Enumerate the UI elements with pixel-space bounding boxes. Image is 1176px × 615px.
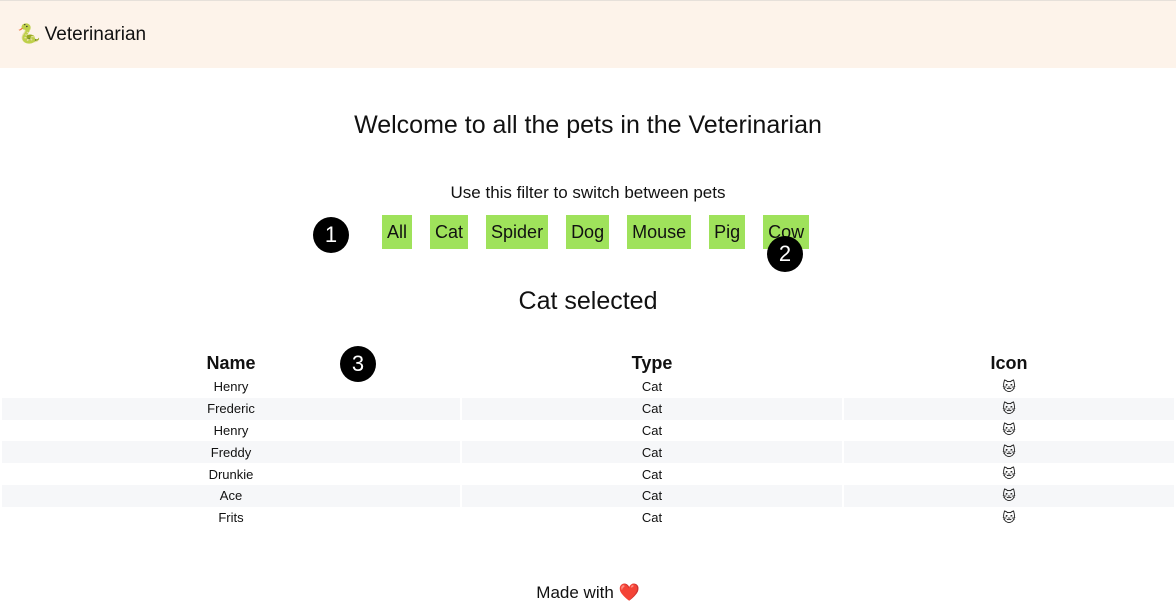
pet-type: Cat xyxy=(641,510,663,526)
pet-name: Henry xyxy=(213,379,249,395)
filter-button-spider[interactable]: Spider xyxy=(486,215,549,249)
app-header: 🐍 Veterinarian xyxy=(0,0,1176,68)
pet-name: Henry xyxy=(213,422,249,438)
pets-table: Name Type Icon Henry Cat 🐱 Frederic Cat … xyxy=(0,350,1176,529)
page-footer: Made with ❤️ xyxy=(0,583,1176,603)
table-row: Freddy Cat 🐱 xyxy=(2,441,1174,464)
table-row: Frederic Cat 🐱 xyxy=(2,397,1174,420)
snake-icon: 🐍 xyxy=(17,24,41,45)
cat-icon: 🐱 xyxy=(1002,509,1016,525)
pet-type: Cat xyxy=(462,397,842,420)
table-row: Henry Cat 🐱 xyxy=(2,420,1174,442)
table-row: Frits Cat 🐱 xyxy=(2,507,1174,529)
pet-name: Frederic xyxy=(2,397,460,420)
selected-pet-heading: Cat selected xyxy=(518,287,658,315)
filter-button-mouse[interactable]: Mouse xyxy=(627,215,692,249)
pet-filter-bar: All Cat Spider Dog Mouse Pig Cow xyxy=(382,215,810,249)
pet-type: Cat xyxy=(462,484,842,507)
footer-text: Made with xyxy=(536,583,614,602)
heart-icon: ❤️ xyxy=(618,583,640,602)
cat-icon: 🐱 xyxy=(1002,466,1016,482)
cat-icon: 🐱 xyxy=(844,441,1174,464)
cat-icon: 🐱 xyxy=(1002,422,1016,438)
table-row: Drunkie Cat 🐱 xyxy=(2,463,1174,485)
cat-icon: 🐱 xyxy=(844,397,1174,420)
pet-name: Freddy xyxy=(2,441,460,464)
filter-label: Use this filter to switch between pets xyxy=(450,183,726,202)
column-header-name: Name xyxy=(206,352,256,373)
filter-button-all[interactable]: All xyxy=(382,215,413,249)
filter-button-pig[interactable]: Pig xyxy=(709,215,746,249)
app-title: Veterinarian xyxy=(44,23,147,45)
pet-name: Drunkie xyxy=(208,466,254,482)
pet-type: Cat xyxy=(641,422,663,438)
pet-name: Frits xyxy=(218,510,244,526)
annotation-marker-3: 3 xyxy=(340,346,376,382)
filter-button-dog[interactable]: Dog xyxy=(566,215,610,249)
table-row: Ace Cat 🐱 xyxy=(2,484,1174,507)
table-header-row: Name Type Icon xyxy=(2,350,1174,376)
pet-type: Cat xyxy=(641,379,663,395)
cat-icon: 🐱 xyxy=(844,484,1174,507)
column-header-type: Type xyxy=(631,352,673,373)
cat-icon: 🐱 xyxy=(1002,378,1016,394)
page-title: Welcome to all the pets in the Veterinar… xyxy=(354,111,822,139)
annotation-marker-2: 2 xyxy=(767,236,803,272)
table-row: Henry Cat 🐱 xyxy=(2,376,1174,398)
pet-type: Cat xyxy=(641,466,663,482)
filter-button-cat[interactable]: Cat xyxy=(430,215,469,249)
column-header-icon: Icon xyxy=(990,352,1028,373)
pet-type: Cat xyxy=(462,441,842,464)
brand-link[interactable]: 🐍 Veterinarian xyxy=(17,24,146,46)
pet-name: Ace xyxy=(2,484,460,507)
annotation-marker-1: 1 xyxy=(313,217,349,253)
